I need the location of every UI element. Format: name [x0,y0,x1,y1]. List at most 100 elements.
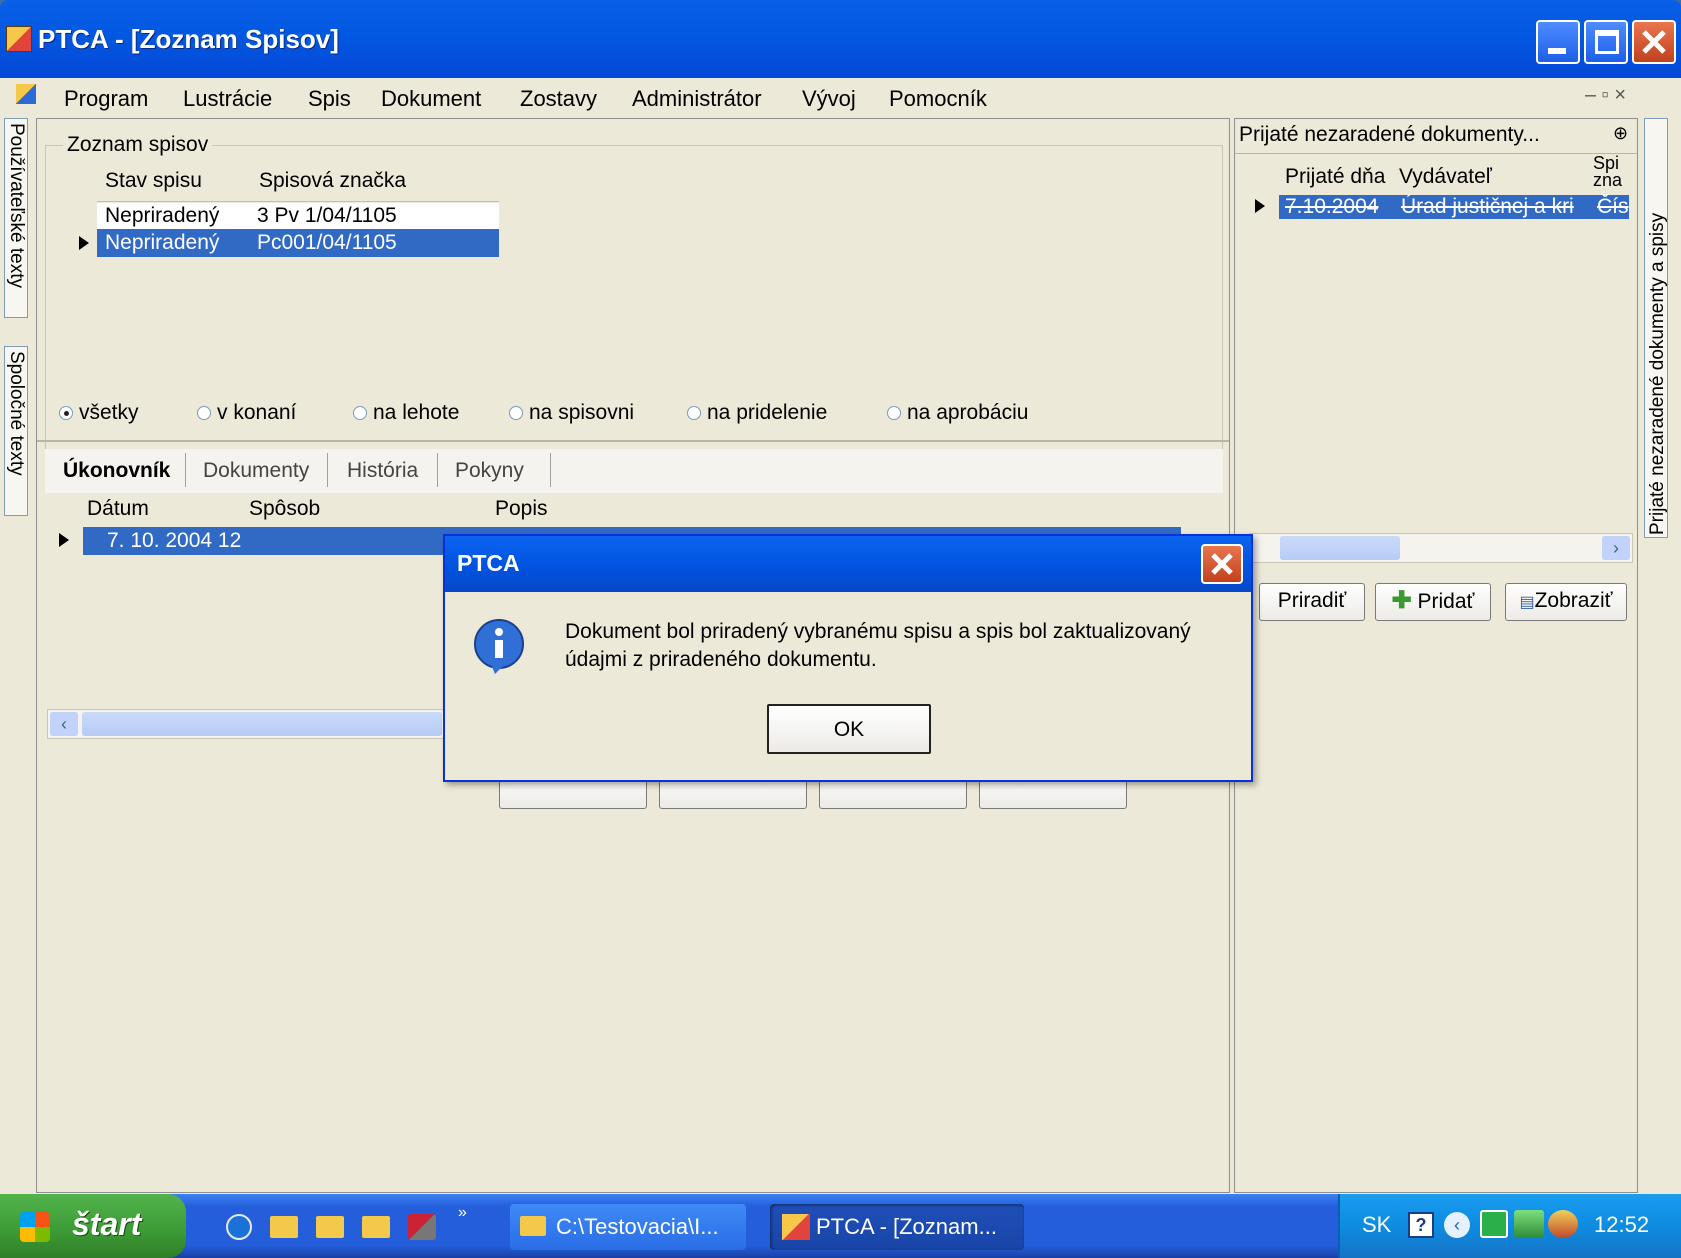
start-label: štart [72,1206,142,1242]
column-header-cislo[interactable]: Spi zna [1593,155,1633,189]
clock[interactable]: 12:52 [1594,1212,1649,1238]
quick-launch-ie-icon[interactable] [226,1214,252,1240]
side-tab-user-texts[interactable]: Používateľské texty [4,118,28,318]
assign-button[interactable]: Priradiť [1259,583,1365,621]
cell-znacka: Pc001/04/1105 [257,231,397,254]
menu-administrator[interactable]: Administrátor [632,86,762,112]
close-icon [1211,553,1233,575]
tray-app-icon[interactable] [1548,1210,1578,1238]
filter-radio-na-spisovni[interactable]: na spisovni [509,401,634,425]
app-icon [6,26,32,52]
tab-dokumenty[interactable]: Dokumenty [203,459,309,483]
cell-vydavatel: Úrad justičnej a kri [1401,195,1574,218]
quick-launch-app-icon[interactable] [408,1214,436,1240]
filter-radio-na-pridelenie[interactable]: na pridelenie [687,401,827,425]
add-button[interactable]: ✚ Pridať [1375,583,1491,621]
taskbar-item-ptca[interactable]: PTCA - [Zoznam... [770,1204,1024,1250]
menu-lustracie[interactable]: Lustrácie [183,86,272,112]
filter-radio-vsetky[interactable]: všetky [59,401,139,425]
filter-radio-na-aprobaciu[interactable]: na aprobáciu [887,401,1028,425]
side-tab-common-texts[interactable]: Spoločné texty [4,346,28,516]
maximize-icon [1595,30,1619,54]
cell-stav: Nepriradený [105,204,220,227]
table-row[interactable]: 7.10.2004 Úrad justičnej a kri Čís [1279,195,1629,219]
radio-icon [687,406,701,420]
scroll-left-icon[interactable]: ‹ [50,712,78,736]
column-header-popis[interactable]: Popis [495,497,548,521]
start-button[interactable]: štart [0,1194,186,1258]
radio-icon [887,406,901,420]
detail-tabs: Úkonovník Dokumenty História Pokyny [45,449,1223,493]
column-header-vydavatel[interactable]: Vydávateľ [1399,165,1492,189]
help-tray-icon[interactable]: ? [1408,1212,1434,1238]
dialog-message-line-1: Dokument bol priradený vybranému spisu a… [565,620,1191,643]
maximize-button[interactable] [1584,20,1628,64]
menu-spis[interactable]: Spis [308,86,351,112]
ok-button[interactable]: OK [767,704,931,754]
windows-logo-icon [20,1212,50,1242]
dialog-close-button[interactable] [1201,544,1243,584]
tab-ukonovnik[interactable]: Úkonovník [63,459,170,483]
menu-vyvoj[interactable]: Vývoj [802,86,856,112]
horizontal-scrollbar[interactable]: ‹ [47,709,447,739]
tray-app-icon[interactable] [1480,1210,1508,1238]
column-header-datum[interactable]: Dátum [87,497,149,521]
minimize-button[interactable] [1536,20,1580,64]
side-tab-right[interactable]: Prijaté nezaradené dokumenty a spisy [1644,118,1668,538]
filter-radio-na-lehote[interactable]: na lehote [353,401,459,425]
info-icon [474,619,524,674]
radio-icon [353,406,367,420]
cell-prijate: 7.10.2004 [1285,195,1379,218]
mdi-child-icon [16,84,36,104]
language-indicator[interactable]: SK [1362,1212,1391,1238]
cell-cislo: Čís [1597,195,1629,218]
list-icon: ▤ [1519,594,1535,611]
cell-datum: 7. 10. 2004 12: [107,529,241,552]
quick-launch-folder-icon[interactable] [362,1216,390,1238]
scroll-right-icon[interactable]: › [1602,536,1630,560]
minimize-icon [1548,48,1566,54]
row-pointer-icon [59,533,69,547]
right-panel-title: Prijaté nezaradené dokumenty... [1239,123,1540,146]
network-tray-icon[interactable] [1514,1210,1544,1238]
table-row[interactable]: Nepriradený 3 Pv 1/04/1105 [97,203,499,229]
quick-launch-folder-icon[interactable] [270,1216,298,1238]
tab-historia[interactable]: História [347,459,418,483]
spisy-group-label: Zoznam spisov [63,133,213,157]
menu-dokument[interactable]: Dokument [381,86,481,112]
pin-icon[interactable]: ⊕ [1613,123,1628,144]
cell-znacka: 3 Pv 1/04/1105 [257,204,397,227]
scroll-thumb[interactable] [1280,536,1400,560]
menu-program[interactable]: Program [64,86,148,112]
dialog-message-line-2: údajmi z priradeného dokumentu. [565,648,877,671]
quick-launch-more-icon[interactable]: » [458,1204,467,1222]
menu-zostavy[interactable]: Zostavy [520,86,597,112]
collapse-tray-icon[interactable]: ‹ [1444,1212,1470,1238]
menu-pomocnik[interactable]: Pomocník [889,86,987,112]
filter-radio-v-konani[interactable]: v konaní [197,401,296,425]
menu-bar: Program Lustrácie Spis Dokument Zostavy … [0,78,1681,116]
close-icon [1642,30,1666,54]
column-header-znacka[interactable]: Spisová značka [259,169,406,193]
radio-checked-icon [59,406,73,420]
column-header-prijate[interactable]: Prijaté dňa [1285,165,1385,189]
radio-icon [509,406,523,420]
show-button[interactable]: ▤Zobraziť [1505,583,1627,621]
taskbar-item-explorer[interactable]: C:\Testovacia\I... [510,1204,746,1250]
cell-stav: Nepriradený [105,231,220,254]
dialog-title: PTCA [457,550,520,576]
row-pointer-icon [1255,199,1265,213]
tab-pokyny[interactable]: Pokyny [455,459,524,483]
scroll-thumb[interactable] [82,712,442,736]
table-row[interactable]: Nepriradený Pc001/04/1105 [97,229,499,257]
plus-icon: ✚ [1391,587,1412,614]
right-horizontal-scrollbar[interactable]: › [1249,533,1633,563]
column-header-stav[interactable]: Stav spisu [105,169,202,193]
column-header-sposob[interactable]: Spôsob [249,497,320,521]
close-button[interactable] [1632,20,1676,64]
quick-launch-folder-icon[interactable] [316,1216,344,1238]
system-tray: SK ? ‹ 12:52 [1338,1194,1681,1258]
title-bar[interactable]: PTCA - [Zoznam Spisov] [0,0,1681,90]
dialog-title-bar[interactable]: PTCA [445,536,1251,592]
mdi-controls[interactable]: – ▫ × [1585,84,1626,107]
